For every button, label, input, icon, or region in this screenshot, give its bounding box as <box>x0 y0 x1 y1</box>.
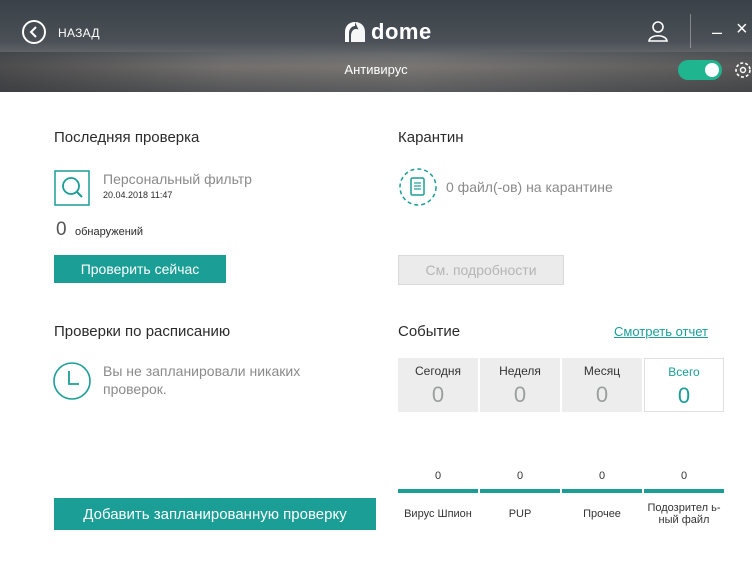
tab-month[interactable]: Месяц 0 <box>562 358 642 412</box>
quarantine-status: 0 файл(-ов) на карантине <box>446 179 613 195</box>
stat-spyware: 0 Вирус Шпион <box>398 470 478 520</box>
quarantine-document-icon <box>399 168 437 206</box>
detections-label: обнаружений <box>75 226 144 238</box>
tab-label: Сегодня <box>415 364 461 378</box>
clock-icon <box>53 362 91 400</box>
tab-value: 0 <box>431 382 445 407</box>
view-report-link[interactable]: Смотреть отчет <box>614 324 708 339</box>
stat-label: Прочее <box>583 508 621 520</box>
header-bar <box>0 0 752 92</box>
minimize-button[interactable]: – <box>712 22 722 43</box>
tab-label: Месяц <box>583 364 621 378</box>
tab-label: Неделя <box>499 364 541 378</box>
tab-value: 0 <box>595 382 609 407</box>
stat-suspicious: 0 Подозрител ь- ный файл <box>644 470 724 526</box>
brand-logo: dome <box>343 19 432 45</box>
logo-text: dome <box>371 19 432 44</box>
tab-today[interactable]: Сегодня 0 <box>398 358 478 412</box>
quarantine-heading: Карантин <box>398 129 464 146</box>
tab-label: Всего <box>668 365 700 379</box>
close-button[interactable]: × <box>736 18 748 41</box>
stat-count: 0 <box>680 470 688 482</box>
stat-bar <box>480 489 560 493</box>
antivirus-toggle[interactable] <box>678 60 722 80</box>
stat-bar <box>398 489 478 493</box>
stat-count: 0 <box>434 470 442 482</box>
scan-now-button[interactable]: Проверить сейчас <box>54 255 226 283</box>
page-title: Антивирус <box>344 62 408 77</box>
schedule-empty-message: Вы не запланировали никаких проверок. <box>103 363 301 397</box>
detections-count: 0 <box>56 219 67 240</box>
events-heading: Событие <box>398 323 461 340</box>
back-label[interactable]: НАЗАД <box>58 26 100 40</box>
stat-label: Подозрител ь- ный файл <box>647 502 721 526</box>
tab-total[interactable]: Всего 0 <box>644 358 724 412</box>
tab-week[interactable]: Неделя 0 <box>480 358 560 412</box>
see-details-button[interactable]: См. подробности <box>398 255 564 285</box>
add-scheduled-scan-button[interactable]: Добавить запланированную проверку <box>54 498 376 530</box>
tab-value: 0 <box>677 383 691 408</box>
tab-value: 0 <box>513 382 527 407</box>
user-account-button[interactable] <box>648 20 668 47</box>
last-scan-date: 20.04.2018 11:47 <box>103 190 173 200</box>
stat-other: 0 Прочее <box>562 470 642 520</box>
toggle-knob <box>705 63 719 77</box>
stat-count: 0 <box>598 470 606 482</box>
filter-name: Персональный фильтр <box>103 171 252 187</box>
chevron-left-icon <box>29 26 37 38</box>
settings-button[interactable] <box>732 59 752 86</box>
back-button[interactable] <box>22 20 46 44</box>
stat-label: Вирус Шпион <box>404 508 472 520</box>
gear-icon <box>735 62 751 78</box>
dome-logo-icon <box>345 22 365 42</box>
stat-bar <box>562 489 642 493</box>
stat-label: PUP <box>508 508 532 520</box>
antivirus-window: НАЗАД dome – × Антивирус Последняя прове… <box>0 0 752 561</box>
schedule-heading: Проверки по расписанию <box>54 323 231 340</box>
user-icon <box>648 21 668 42</box>
search-icon <box>54 170 90 206</box>
stat-bar <box>644 489 724 493</box>
last-scan-heading: Последняя проверка <box>54 129 200 146</box>
header-separator <box>690 14 691 48</box>
stat-pup: 0 PUP <box>480 470 560 520</box>
stat-count: 0 <box>516 470 524 482</box>
